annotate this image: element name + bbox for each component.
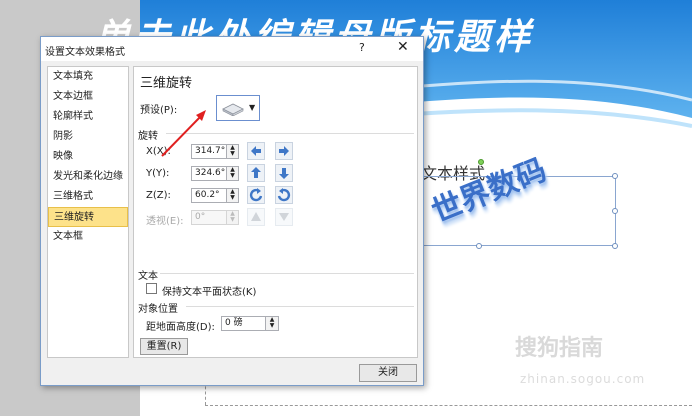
section-object-position: 对象位置 <box>138 304 178 315</box>
placeholder-border <box>205 405 692 406</box>
resize-handle[interactable] <box>612 173 618 179</box>
section-rotation: 旋转 <box>138 131 158 142</box>
rotate-down-icon[interactable] <box>275 164 293 182</box>
watermark: 搜狗指南 <box>515 336 604 361</box>
distance-from-ground-label: 距地面高度(D): <box>146 322 215 333</box>
perspective-stepper: ▲ ▼ <box>226 210 239 225</box>
nav-item-text-outline[interactable]: 文本边框 <box>48 87 128 107</box>
keep-text-flat-label[interactable]: 保持文本平面状态(K) <box>162 283 256 298</box>
resize-handle[interactable] <box>612 208 618 214</box>
rotate-up-icon[interactable] <box>247 164 265 182</box>
x-rotation-label: X(X): <box>146 146 171 157</box>
rotate-clockwise-icon[interactable] <box>275 186 293 204</box>
divider <box>186 306 414 307</box>
z-rotation-stepper[interactable]: ▲ ▼ <box>226 188 239 203</box>
nav-item-outline-style[interactable]: 轮廓样式 <box>48 107 128 127</box>
settings-panel: 三维旋转 预设(P): ▼ 旋转 X(X): 314.7° ▲ ▼ Y(Y): 3… <box>133 66 418 358</box>
panel-title: 三维旋转 <box>140 76 193 91</box>
category-list: 文本填充 文本边框 轮廓样式 阴影 映像 发光和柔化边缘 三维格式 三维旋转 文… <box>47 66 129 358</box>
keep-text-flat-checkbox[interactable] <box>146 283 157 294</box>
rotate-left-icon[interactable] <box>247 142 265 160</box>
divider <box>160 273 414 274</box>
nav-item-reflection[interactable]: 映像 <box>48 147 128 167</box>
rotate-right-icon[interactable] <box>275 142 293 160</box>
resize-handle[interactable] <box>476 243 482 249</box>
rotate-handle[interactable] <box>478 159 484 165</box>
nav-item-3d-format[interactable]: 三维格式 <box>48 187 128 207</box>
chevron-down-icon: ▼ <box>249 103 256 112</box>
help-button[interactable]: ? <box>359 41 365 54</box>
close-icon[interactable]: ✕ <box>397 39 409 55</box>
distance-stepper[interactable]: ▲ ▼ <box>265 316 279 331</box>
rotate-counterclockwise-icon[interactable] <box>247 186 265 204</box>
nav-item-text-box[interactable]: 文本框 <box>48 227 128 247</box>
nav-item-text-fill[interactable]: 文本填充 <box>48 67 128 87</box>
resize-handle[interactable] <box>612 243 618 249</box>
z-rotation-label: Z(Z): <box>146 190 171 201</box>
3d-preset-icon <box>222 103 244 116</box>
perspective-label: 透视(E): <box>146 216 184 227</box>
divider <box>166 133 414 134</box>
format-text-effects-dialog: 设置文本效果格式 ? ✕ 文本填充 文本边框 轮廓样式 阴影 映像 发光和柔化边… <box>40 36 424 386</box>
widen-perspective-icon <box>275 208 293 226</box>
dialog-title: 设置文本效果格式 <box>45 47 125 58</box>
dialog-titlebar[interactable]: 设置文本效果格式 ? ✕ <box>41 37 423 61</box>
preset-label: 预设(P): <box>140 105 178 116</box>
close-button[interactable]: 关闭 <box>359 364 417 382</box>
section-text: 文本 <box>138 271 158 282</box>
preset-dropdown[interactable]: ▼ <box>216 95 260 121</box>
nav-item-glow-soft-edges[interactable]: 发光和柔化边缘 <box>48 167 128 187</box>
watermark-url: zhinan.sogou.com <box>520 372 646 386</box>
reset-button[interactable]: 重置(R) <box>140 338 188 355</box>
y-rotation-stepper[interactable]: ▲ ▼ <box>226 166 239 181</box>
y-rotation-label: Y(Y): <box>146 168 170 179</box>
nav-item-3d-rotation[interactable]: 三维旋转 <box>48 207 128 227</box>
nav-item-shadow[interactable]: 阴影 <box>48 127 128 147</box>
x-rotation-stepper[interactable]: ▲ ▼ <box>226 144 239 159</box>
narrow-perspective-icon <box>247 208 265 226</box>
